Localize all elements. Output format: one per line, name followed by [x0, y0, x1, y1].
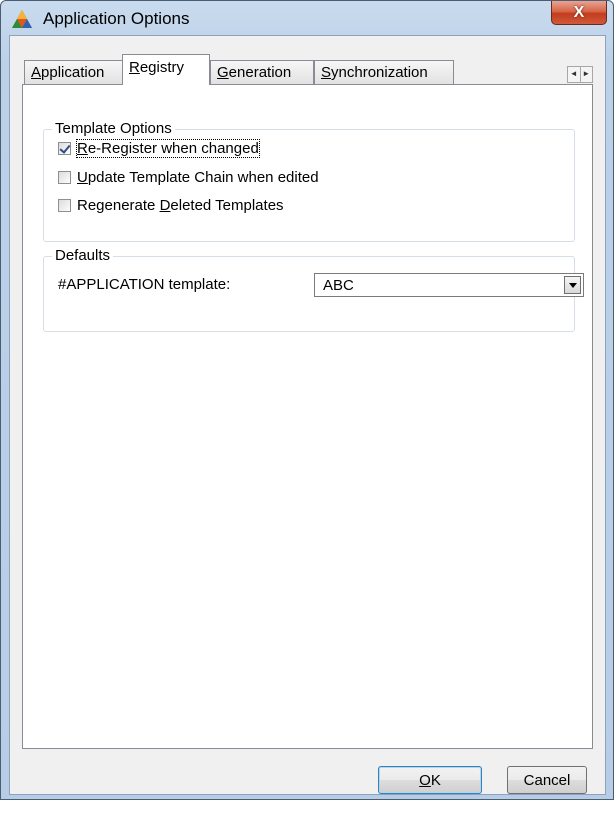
tab-label: pplication: [41, 64, 105, 81]
tab-label: eneration: [228, 64, 292, 81]
cancel-button[interactable]: Cancel: [507, 766, 587, 794]
registry-tab-page: Template Options Re-Register when change…: [22, 84, 593, 749]
mnemonic: U: [77, 169, 88, 186]
checkbox-checked-icon[interactable]: [58, 142, 71, 155]
checkbox-icon[interactable]: [58, 171, 71, 184]
close-button[interactable]: X: [551, 1, 607, 25]
tab-generation[interactable]: Generation: [210, 60, 314, 84]
mnemonic: R: [77, 140, 88, 157]
tab-scroll-left-icon[interactable]: ◄: [568, 67, 581, 82]
update-template-chain-checkbox[interactable]: Update Template Chain when edited: [58, 169, 319, 186]
application-template-dropdown[interactable]: ABC: [314, 273, 584, 297]
group-title: Defaults: [52, 247, 114, 264]
tab-synchronization[interactable]: Synchronization: [314, 60, 454, 84]
app-logo-icon: [12, 10, 32, 28]
group-title: Template Options: [52, 120, 175, 137]
checkbox-label: Update Template Chain when edited: [77, 169, 319, 186]
re-register-checkbox[interactable]: Re-Register when changed: [58, 139, 260, 158]
dialog-client-area: Application Registry Generation Synchron…: [9, 35, 606, 795]
label-text: Regenerate: [77, 197, 160, 214]
button-label: Cancel: [523, 771, 571, 789]
checkbox-icon[interactable]: [58, 199, 71, 212]
tab-label-mnemonic: G: [217, 64, 229, 81]
tab-label-mnemonic: A: [31, 64, 42, 81]
tab-registry[interactable]: Registry: [122, 54, 210, 85]
ok-button[interactable]: OK: [378, 766, 482, 794]
tab-label-mnemonic: S: [321, 64, 332, 81]
tab-scroll-buttons: ◄ ►: [567, 66, 593, 83]
chevron-down-icon[interactable]: [564, 276, 581, 294]
close-icon: X: [573, 3, 585, 21]
dropdown-value: ABC: [323, 277, 354, 294]
tab-label-mnemonic: R: [129, 59, 140, 76]
template-options-group: Template Options Re-Register when change…: [43, 120, 575, 242]
button-label: K: [430, 771, 441, 789]
mnemonic: D: [159, 197, 171, 214]
tab-label: ynchronization: [331, 64, 428, 81]
label-text: pdate Template Chain when edited: [87, 169, 319, 186]
tab-application[interactable]: Application: [24, 60, 124, 84]
title-bar[interactable]: Application Options X: [1, 1, 613, 35]
defaults-group: Defaults #APPLICATION template: ABC: [43, 247, 584, 332]
regenerate-deleted-checkbox[interactable]: Regenerate Deleted Templates: [58, 197, 284, 214]
mnemonic: O: [419, 771, 431, 789]
application-options-window: Application Options X Application Regist…: [0, 0, 614, 800]
tab-label: egistry: [139, 59, 185, 76]
window-title: Application Options: [43, 9, 190, 28]
tab-scroll-right-icon[interactable]: ►: [581, 67, 593, 82]
checkbox-label: Re-Register when changed: [76, 139, 260, 158]
label-text: eleted Templates: [170, 197, 284, 214]
application-template-label: #APPLICATION template:: [58, 276, 231, 293]
checkbox-label: Regenerate Deleted Templates: [77, 197, 284, 214]
label-text: e-Register when changed: [87, 140, 259, 157]
